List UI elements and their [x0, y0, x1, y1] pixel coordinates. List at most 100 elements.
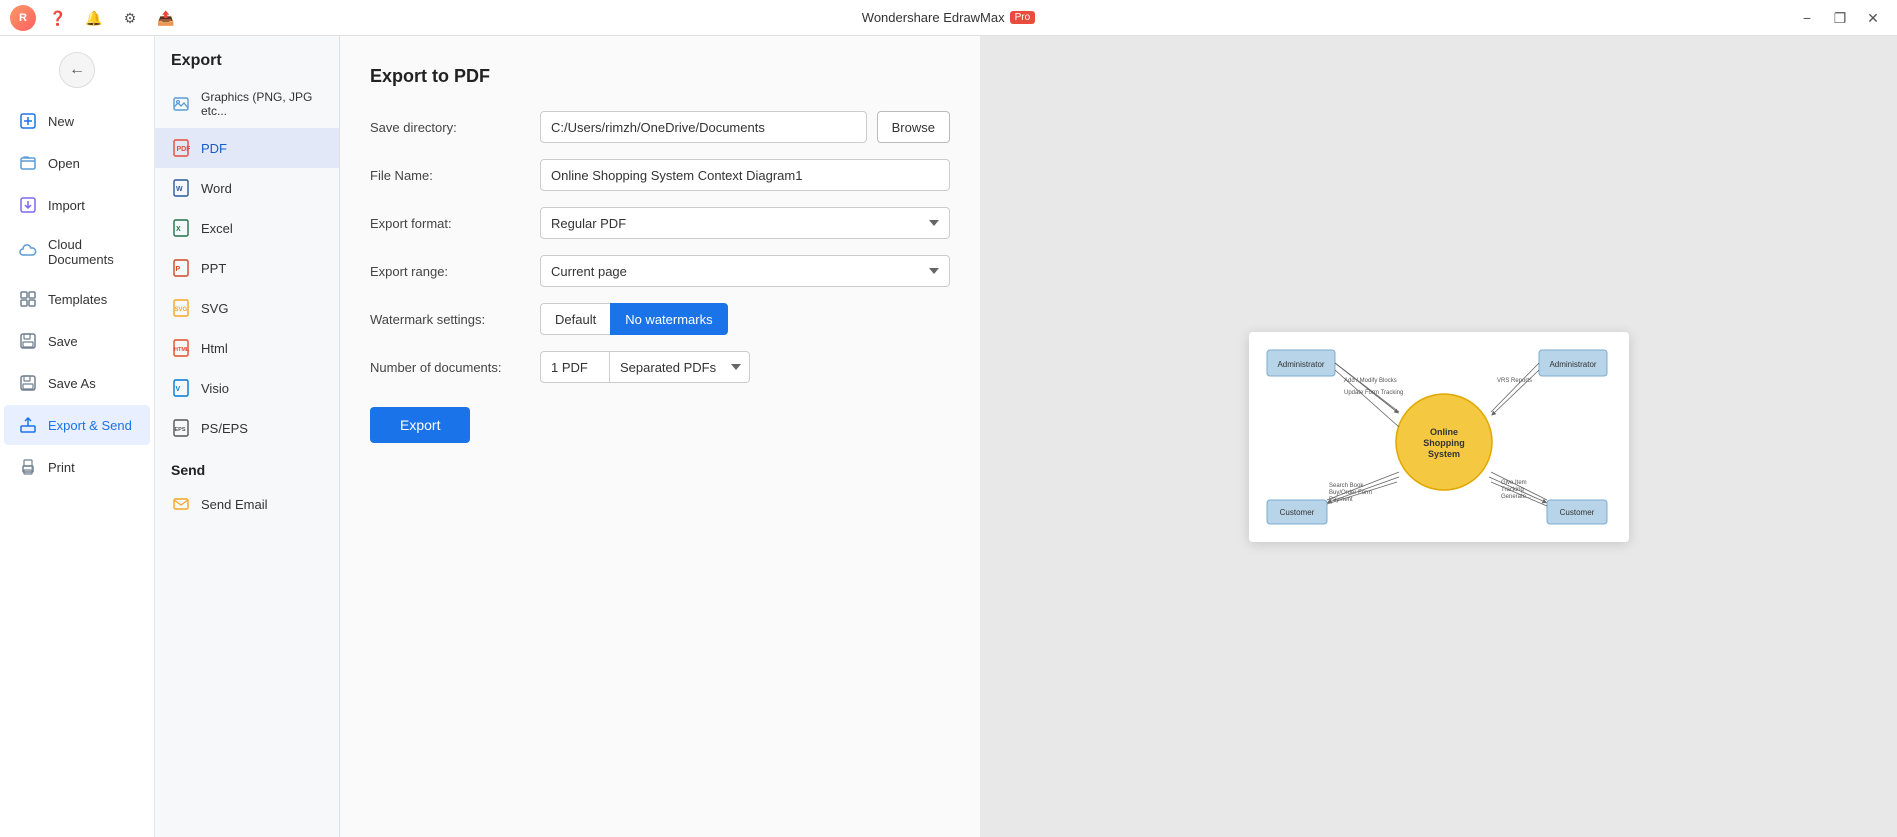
watermark-nowatermark-button[interactable]: No watermarks — [610, 303, 727, 335]
export-item-svg-label: SVG — [201, 301, 228, 316]
watermark-label: Watermark settings: — [370, 312, 530, 327]
export-item-visio[interactable]: V Visio — [155, 368, 339, 408]
export-item-excel[interactable]: X Excel — [155, 208, 339, 248]
notification-icon[interactable]: 🔔 — [80, 4, 108, 32]
svg-text:V: V — [176, 386, 181, 393]
numdoc-row: Number of documents: Separated PDFs Merg… — [370, 351, 950, 383]
sidebar-item-saveas-label: Save As — [48, 376, 96, 391]
svg-text:W: W — [176, 186, 183, 193]
export-item-word[interactable]: W Word — [155, 168, 339, 208]
svg-text:X: X — [176, 226, 181, 233]
maximize-button[interactable]: ❐ — [1826, 4, 1854, 32]
svg-text:PDF: PDF — [177, 146, 191, 153]
numdoc-controls: Separated PDFs Merged PDF — [540, 351, 750, 383]
export-range-select[interactable]: Current page All pages Selected pages — [540, 255, 950, 287]
sidebar-item-cloud-label: Cloud Documents — [48, 237, 136, 267]
sidebar-item-templates[interactable]: Templates — [4, 279, 150, 319]
cloud-icon — [18, 242, 38, 262]
sidebar-item-export[interactable]: Export & Send — [4, 405, 150, 445]
save-directory-row: Save directory: Browse — [370, 111, 950, 143]
sidebar-item-export-label: Export & Send — [48, 418, 132, 433]
content-area: Export to PDF Save directory: Browse Fil… — [340, 36, 1897, 837]
form-panel: Export to PDF Save directory: Browse Fil… — [340, 36, 980, 837]
sidebar-item-print-label: Print — [48, 460, 75, 475]
numdoc-label: Number of documents: — [370, 360, 530, 375]
watermark-default-button[interactable]: Default — [540, 303, 610, 335]
export-item-ppt-label: PPT — [201, 261, 226, 276]
titlebar: R ❓ 🔔 ⚙ 📤 Wondershare EdrawMax Pro − ❐ ✕ — [0, 0, 1897, 36]
export-format-select[interactable]: Regular PDF PDF/A PDF/X — [540, 207, 950, 239]
sidebar-item-saveas[interactable]: Save As — [4, 363, 150, 403]
svg-text:System: System — [1427, 449, 1459, 459]
sidebar-item-cloud[interactable]: Cloud Documents — [4, 227, 150, 277]
saveas-icon — [18, 373, 38, 393]
settings-icon[interactable]: ⚙ — [116, 4, 144, 32]
sidebar-item-new-label: New — [48, 114, 74, 129]
svg-text:Shopping: Shopping — [1423, 438, 1465, 448]
watermark-row: Watermark settings: Default No watermark… — [370, 303, 950, 335]
svg-text:HTML: HTML — [174, 347, 190, 353]
back-button[interactable]: ← — [59, 52, 95, 88]
form-title: Export to PDF — [370, 66, 950, 87]
word-icon: W — [171, 178, 191, 198]
export-item-pdf[interactable]: PDF PDF — [155, 128, 339, 168]
svg-text:Online: Online — [1429, 427, 1457, 437]
sidebar-item-save[interactable]: Save — [4, 321, 150, 361]
sidebar-item-print[interactable]: Print — [4, 447, 150, 487]
sidebar-item-import[interactable]: Import — [4, 185, 150, 225]
svg-text:Tracking: Tracking — [1501, 487, 1524, 493]
svg-text:Customer: Customer — [1559, 508, 1594, 517]
main-layout: ← New Open — [0, 36, 1897, 837]
pdf-icon: PDF — [171, 138, 191, 158]
save-directory-label: Save directory: — [370, 120, 530, 135]
export-item-svg[interactable]: SVG SVG — [155, 288, 339, 328]
export-format-label: Export format: — [370, 216, 530, 231]
svg-text:Administrator: Administrator — [1549, 360, 1596, 369]
visio-icon: V — [171, 378, 191, 398]
export-item-pseps[interactable]: EPS PS/EPS — [155, 408, 339, 448]
app-title: Wondershare EdrawMax — [862, 10, 1005, 25]
sidebar-item-open-label: Open — [48, 156, 80, 171]
export-icon — [18, 415, 38, 435]
export-item-ppt[interactable]: P PPT — [155, 248, 339, 288]
open-icon — [18, 153, 38, 173]
svg-text:Search Book: Search Book — [1329, 483, 1364, 489]
numdoc-input[interactable] — [540, 351, 610, 383]
svg-text:EPS: EPS — [175, 427, 186, 433]
browse-button[interactable]: Browse — [877, 111, 950, 143]
help-icon[interactable]: ❓ — [44, 4, 72, 32]
sidebar-item-import-label: Import — [48, 198, 85, 213]
html-icon: HTML — [171, 338, 191, 358]
export-item-html[interactable]: HTML Html — [155, 328, 339, 368]
save-icon — [18, 331, 38, 351]
send-section-title: Send — [155, 448, 339, 484]
export-item-pdf-label: PDF — [201, 141, 227, 156]
watermark-controls: Default No watermarks — [540, 303, 728, 335]
email-icon — [171, 494, 191, 514]
export-item-email-label: Send Email — [201, 497, 267, 512]
preview-card: Online Shopping System Administrator Adm… — [1249, 332, 1629, 542]
excel-icon: X — [171, 218, 191, 238]
export-item-email[interactable]: Send Email — [155, 484, 339, 524]
sidebar-item-save-label: Save — [48, 334, 78, 349]
share-icon[interactable]: 📤 — [152, 4, 180, 32]
export-item-graphics-label: Graphics (PNG, JPG etc... — [201, 90, 323, 118]
new-icon — [18, 111, 38, 131]
numdoc-select[interactable]: Separated PDFs Merged PDF — [610, 351, 750, 383]
file-name-input[interactable] — [540, 159, 950, 191]
close-button[interactable]: ✕ — [1859, 4, 1887, 32]
export-item-html-label: Html — [201, 341, 228, 356]
pro-badge: Pro — [1010, 11, 1036, 24]
svg-text:Buy/Order Form: Buy/Order Form — [1329, 490, 1372, 496]
save-directory-input[interactable] — [540, 111, 867, 143]
sidebar-item-new[interactable]: New — [4, 101, 150, 141]
export-button[interactable]: Export — [370, 407, 470, 443]
minimize-button[interactable]: − — [1793, 4, 1821, 32]
export-item-graphics[interactable]: Graphics (PNG, JPG etc... — [155, 80, 339, 128]
export-item-word-label: Word — [201, 181, 232, 196]
sidebar-item-open[interactable]: Open — [4, 143, 150, 183]
svg-text:Administrator: Administrator — [1277, 360, 1324, 369]
svg-text:Customer: Customer — [1279, 508, 1314, 517]
export-item-visio-label: Visio — [201, 381, 229, 396]
export-range-label: Export range: — [370, 264, 530, 279]
